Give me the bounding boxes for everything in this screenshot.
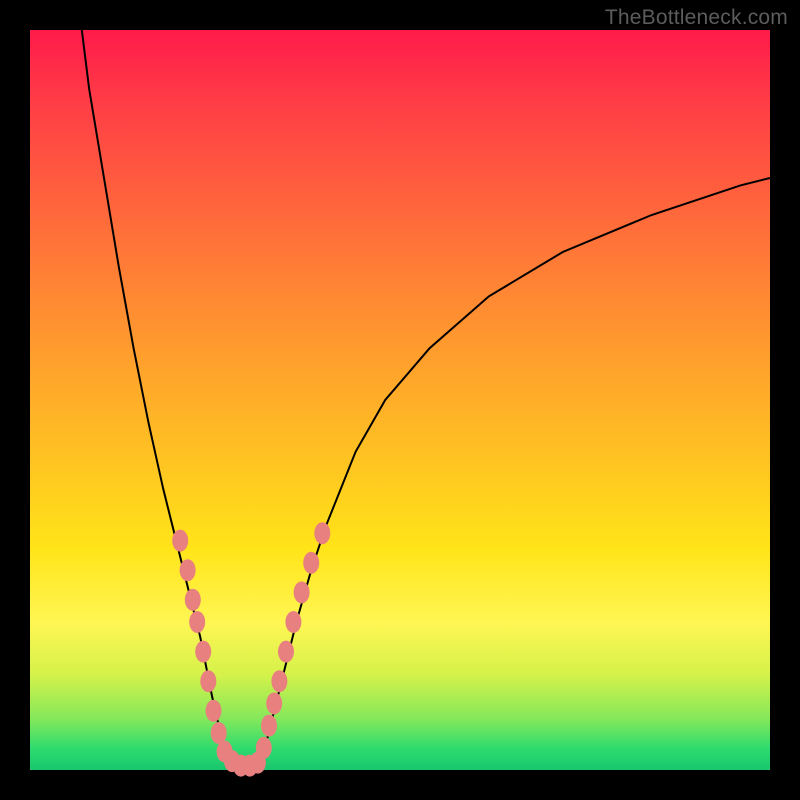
data-marker <box>189 611 205 633</box>
data-marker <box>256 737 272 759</box>
watermark-text: TheBottleneck.com <box>605 6 788 30</box>
data-marker <box>200 670 216 692</box>
plot-area <box>30 30 770 770</box>
data-marker <box>266 692 282 714</box>
data-marker <box>261 715 277 737</box>
marker-group <box>172 522 330 776</box>
data-marker <box>285 611 301 633</box>
chart-frame: TheBottleneck.com <box>0 0 800 800</box>
data-marker <box>206 700 222 722</box>
data-marker <box>314 522 330 544</box>
data-marker <box>271 670 287 692</box>
data-marker <box>172 530 188 552</box>
data-marker <box>303 552 319 574</box>
data-marker <box>185 589 201 611</box>
data-marker <box>294 581 310 603</box>
curve-layer <box>30 30 770 770</box>
data-marker <box>180 559 196 581</box>
curve-right-branch <box>259 178 770 763</box>
data-marker <box>278 641 294 663</box>
data-marker <box>195 641 211 663</box>
